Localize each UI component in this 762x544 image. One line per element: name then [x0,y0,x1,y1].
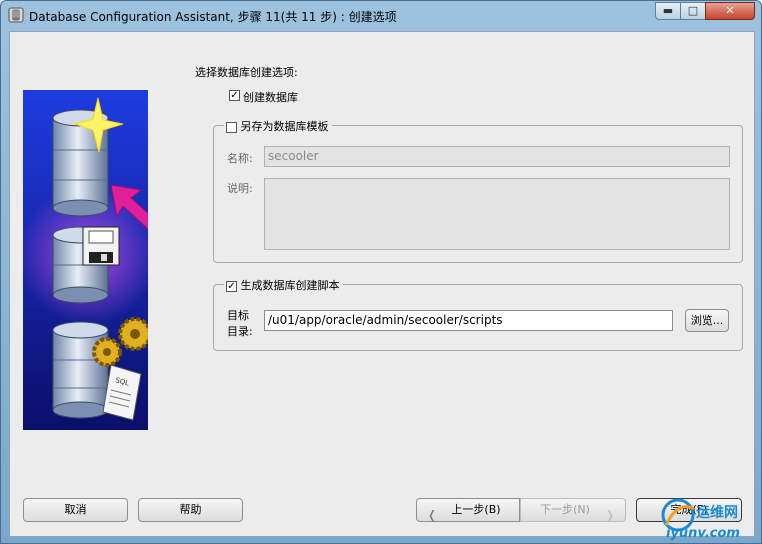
template-name-input[interactable]: secooler [264,146,730,167]
minimize-icon: ▬ [662,4,674,17]
watermark-text-top: 运维网 [696,504,738,521]
create-database-checkbox[interactable]: ✓ [229,90,240,101]
save-template-legend: 另存为数据库模板 [224,118,332,134]
dca-window: Database Configuration Assistant, 步骤 11(… [0,0,762,544]
template-name-label: 名称: [227,152,253,165]
browse-button[interactable]: 浏览... [685,309,729,332]
minimize-button[interactable]: ▬ [655,2,681,20]
close-icon: ✕ [725,4,735,17]
close-button[interactable]: ✕ [705,2,755,20]
database-illustration: SQL [23,90,148,430]
next-button-label: 下一步(N) [540,503,590,516]
generate-scripts-legend: ✓ 生成数据库创建脚本 [224,277,343,293]
generate-scripts-label: 生成数据库创建脚本 [240,279,340,292]
template-description-textarea[interactable] [264,178,730,250]
back-button-label: 上一步(B) [451,503,501,516]
back-button[interactable]: ❬ 上一步(B) [416,498,520,522]
cancel-button[interactable]: 取消 [23,498,128,522]
save-template-label: 另存为数据库模板 [240,120,329,133]
create-database-label: 创建数据库 [243,91,298,104]
help-button[interactable]: 帮助 [138,498,243,522]
target-dir-label-line2: 目录: [227,325,253,338]
template-description-label: 说明: [227,182,253,195]
save-template-checkbox[interactable] [226,121,237,133]
generate-scripts-checkbox[interactable]: ✓ [226,280,237,292]
target-dir-label-line1: 目标 [227,309,249,322]
next-button[interactable]: 下一步(N) ❭ [520,498,626,522]
options-prompt: 选择数据库创建选项: [195,66,298,79]
target-dir-input[interactable]: /u01/app/oracle/admin/secooler/scripts [264,310,673,331]
chevron-right-icon: ❭ [604,508,615,522]
window-title: Database Configuration Assistant, 步骤 11(… [29,10,397,24]
iyunv-watermark-logo: 运维网 iyunv.com [661,498,740,541]
maximize-button[interactable]: □ [680,2,706,20]
floppy-disk-icon [82,226,120,266]
database-app-icon [8,7,24,23]
generate-scripts-group: ✓ 生成数据库创建脚本 目标 目录: /u01/app/oracle/admin… [213,277,743,351]
save-template-group: 另存为数据库模板 名称: secooler 说明: [213,118,743,263]
checkmark-icon: ✓ [227,280,236,292]
dialog-body: SQL 选择数据库创建选项: ✓ 创建数据库 另存为数据库模板 名称: seco… [9,31,755,537]
maximize-icon: □ [687,4,699,17]
watermark-text-bottom: iyunv.com [666,526,740,541]
checkmark-icon: ✓ [230,90,239,101]
title-bar[interactable]: Database Configuration Assistant, 步骤 11(… [1,1,761,30]
chevron-left-icon: ❬ [427,508,438,522]
